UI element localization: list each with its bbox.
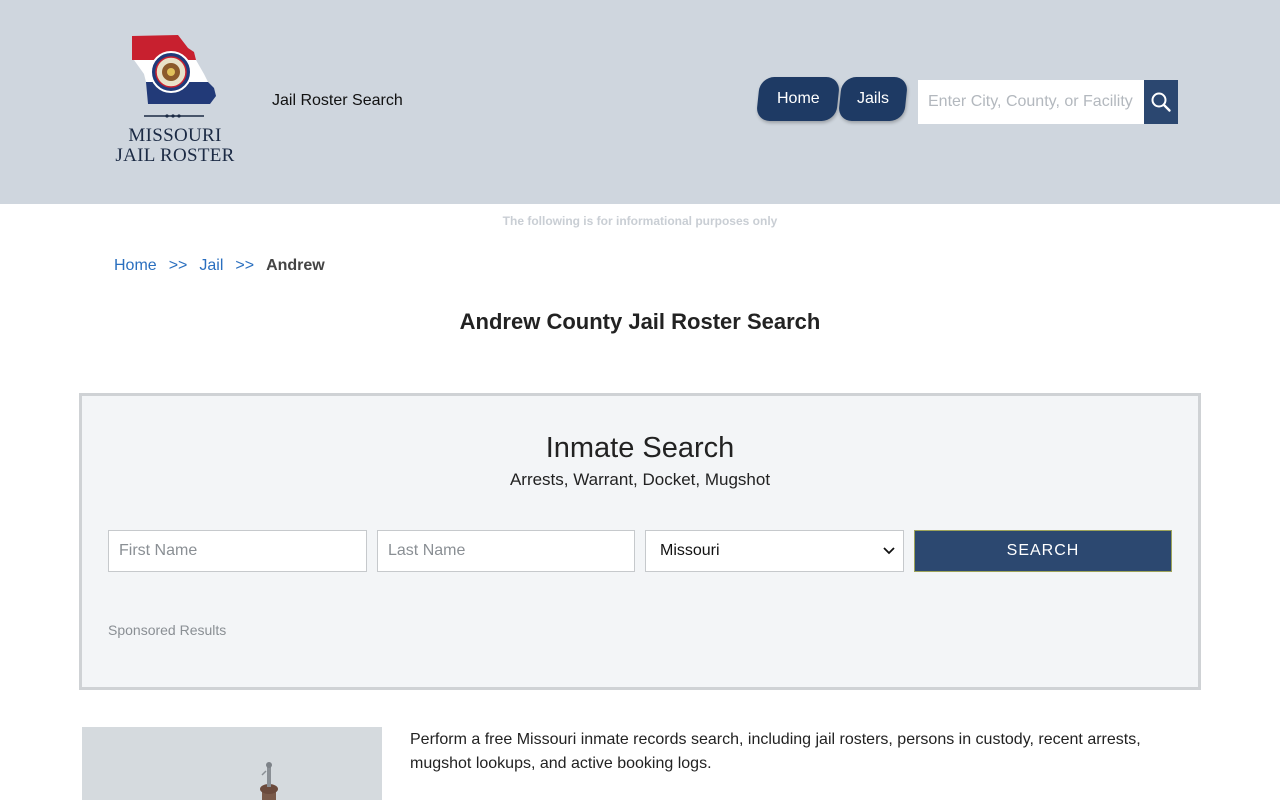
main-nav: Home Jails [755,77,909,121]
intro-paragraph: Perform a free Missouri inmate records s… [410,731,1141,772]
breadcrumb-separator: >> [168,257,188,274]
search-icon [1151,92,1171,112]
breadcrumb-jail-link[interactable]: Jail [199,257,223,275]
facility-search-input[interactable] [918,80,1144,124]
inmate-search-panel: Inmate Search Arrests, Warrant, Docket, … [79,393,1201,690]
disclaimer-text: The following is for informational purpo… [502,214,778,228]
inmate-search-title: Inmate Search [545,432,735,464]
logo-text-line-2: JAIL ROSTER [115,145,235,166]
chevron-down-icon [883,547,895,555]
site-tagline[interactable]: Jail Roster Search [272,92,403,110]
state-select-value: Missouri [660,542,720,559]
page-title: Andrew County Jail Roster Search [459,309,821,334]
last-name-input[interactable] [377,530,635,572]
facility-search [918,80,1178,124]
missouri-state-map-logo-icon [132,35,216,118]
breadcrumb-home-link[interactable]: Home [114,257,157,275]
first-name-input[interactable] [108,530,367,572]
logo-text-line-1: MISSOURI [128,125,222,146]
sponsored-results-label: Sponsored Results [108,622,227,638]
logo-text: MISSOURI JAIL ROSTER [112,126,238,166]
nav-jails-label: Jails [856,90,889,107]
courthouse-photo [82,727,382,800]
inmate-search-button[interactable]: SEARCH [914,530,1172,572]
nav-home-label: Home [776,90,820,107]
inmate-search-subtitle: Arrests, Warrant, Docket, Mugshot [509,470,771,489]
nav-home-button[interactable]: Home [755,77,841,121]
site-header: MISSOURI JAIL ROSTER Jail Roster Search … [0,0,1280,204]
courthouse-dome-image [82,727,382,800]
nav-jails-button[interactable]: Jails [837,77,909,121]
site-logo[interactable]: MISSOURI JAIL ROSTER [112,30,238,175]
breadcrumb-current: Andrew [266,257,325,274]
breadcrumb-separator: >> [235,257,255,274]
facility-search-button[interactable] [1144,80,1178,124]
breadcrumb: Home >> Jail >> Andrew [114,257,325,275]
state-select[interactable]: Missouri [645,530,904,572]
